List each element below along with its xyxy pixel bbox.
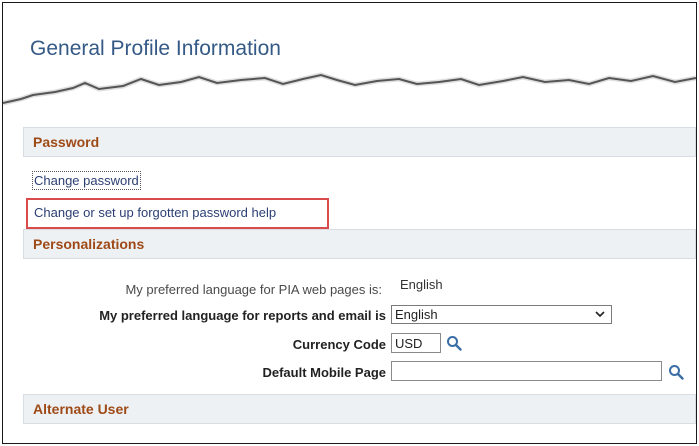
currency-code-input[interactable]: USD	[391, 333, 441, 353]
password-section-header: Password	[23, 127, 696, 157]
torn-page-divider	[3, 72, 696, 135]
profile-page-frame: General Profile Information Password Cha…	[2, 2, 697, 444]
change-password-link[interactable]: Change password	[32, 171, 141, 190]
currency-lookup-icon[interactable]	[446, 335, 462, 351]
mobile-page-lookup-icon[interactable]	[668, 364, 684, 380]
currency-code-label: Currency Code	[292, 337, 386, 352]
alternate-user-section-title: Alternate User	[33, 401, 129, 417]
pia-language-value: English	[400, 277, 443, 292]
report-language-selected: English	[395, 307, 438, 322]
personalizations-section-header: Personalizations	[23, 229, 696, 259]
personalizations-section-title: Personalizations	[33, 236, 145, 252]
default-mobile-page-input[interactable]	[391, 361, 662, 381]
pia-language-label: My preferred language for PIA web pages …	[125, 282, 382, 297]
report-language-select[interactable]: English	[391, 305, 612, 324]
chevron-down-icon	[595, 311, 605, 318]
default-mobile-page-label: Default Mobile Page	[262, 365, 386, 380]
report-language-label: My preferred language for reports and em…	[99, 308, 386, 323]
password-section-title: Password	[33, 134, 100, 150]
currency-code-value: USD	[395, 336, 423, 351]
forgotten-password-help-link[interactable]: Change or set up forgotten password help	[34, 205, 276, 220]
alternate-user-section-header: Alternate User	[23, 394, 696, 424]
